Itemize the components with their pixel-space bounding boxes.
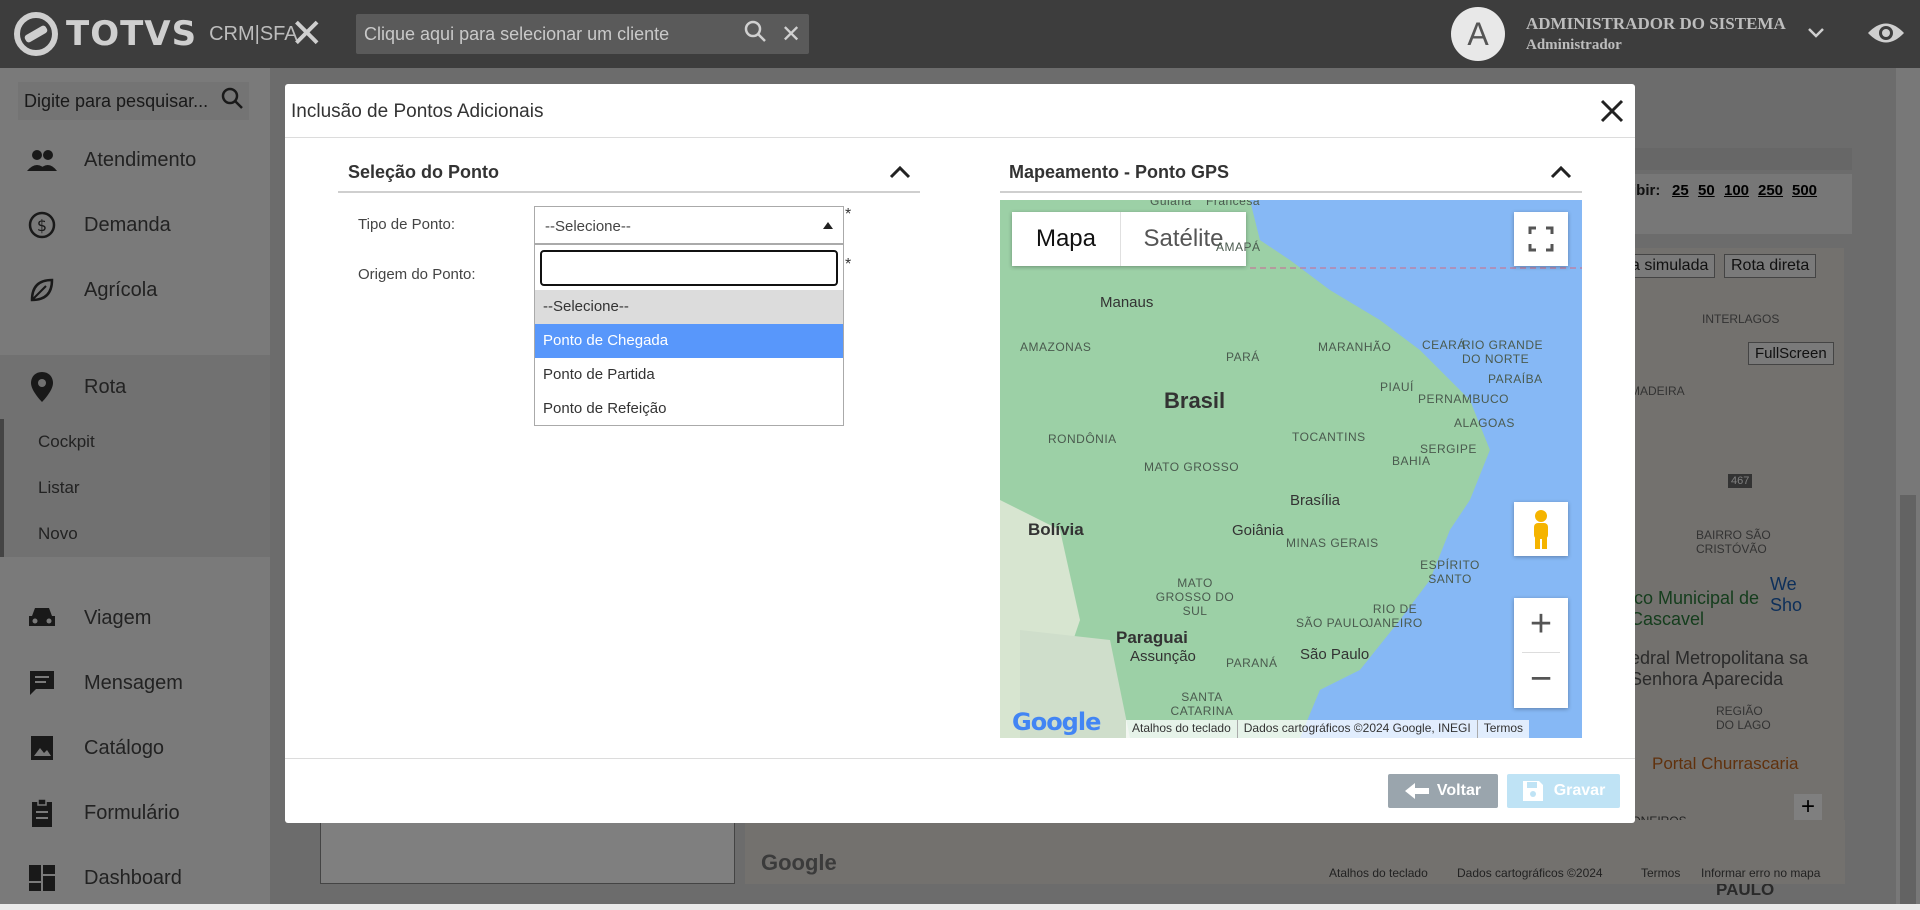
map-attribution: Atalhos do teclado Dados cartográficos ©… <box>1126 720 1530 738</box>
client-search-placeholder: Clique aqui para selecionar um cliente <box>364 23 670 44</box>
save-button-label: Gravar <box>1553 782 1606 799</box>
zoom-in-icon[interactable]: + <box>1514 598 1568 652</box>
map-state: SÃO PAULO <box>1296 616 1369 630</box>
map-state: PIAUÍ <box>1380 380 1414 394</box>
footer-divider <box>285 758 1635 759</box>
map-type-control: Mapa Satélite <box>1012 212 1246 266</box>
map-state: CEARÁ <box>1422 338 1466 352</box>
map-city-sao-paulo: São Paulo <box>1300 646 1370 663</box>
map-city-assuncao: Assunção <box>1130 648 1196 665</box>
attr-keyboard-shortcuts[interactable]: Atalhos do teclado <box>1126 720 1238 738</box>
back-button[interactable]: Voltar <box>1388 774 1498 808</box>
user-name[interactable]: ADMINISTRADOR DO SISTEMA <box>1526 14 1786 34</box>
avatar[interactable]: A <box>1451 7 1505 61</box>
attr-terms[interactable]: Termos <box>1478 720 1529 738</box>
map-city-brasilia: Brasília <box>1290 492 1341 509</box>
dropdown-option[interactable]: Ponto de Partida <box>535 358 843 392</box>
street-view-pegman-icon[interactable] <box>1514 502 1568 556</box>
dropdown-search-input[interactable] <box>540 250 838 286</box>
totvs-logo[interactable]: TOTVS CRM|SFA <box>14 12 298 56</box>
floppy-disk-icon <box>1522 781 1543 801</box>
map-state: PARÁ <box>1226 350 1260 364</box>
required-mark: * <box>845 256 852 273</box>
save-button[interactable]: Gravar <box>1507 774 1620 808</box>
chevron-down-icon[interactable] <box>1806 20 1826 46</box>
select-value: --Selecione-- <box>545 218 631 235</box>
clear-icon[interactable]: ✕ <box>773 20 809 49</box>
client-search-field[interactable]: Clique aqui para selecionar um cliente ✕ <box>356 14 809 54</box>
map-label-amapa: AMAPÁ <box>1216 240 1261 254</box>
origem-ponto-label: Origem do Ponto: <box>358 266 476 283</box>
map-state: PERNAMBUCO <box>1418 392 1510 406</box>
close-icon[interactable] <box>1597 96 1627 126</box>
map-tab-mapa[interactable]: Mapa <box>1012 212 1120 266</box>
map-country-brasil: Brasil <box>1164 388 1226 413</box>
tipo-ponto-dropdown: --Selecione-- Ponto de Chegada Ponto de … <box>534 244 844 426</box>
zoom-control: + − <box>1514 598 1568 708</box>
dropdown-option[interactable]: Ponto de Refeição <box>535 392 843 426</box>
brand-name: TOTVS <box>66 14 198 54</box>
map-state: RIO DE JANEIRO <box>1367 602 1423 630</box>
map-label-francesa: Francesa <box>1206 200 1261 208</box>
fullscreen-icon[interactable] <box>1514 212 1568 266</box>
gps-map[interactable]: Mapa Satélite + − Guiana Francesa AMAPÁ … <box>1000 200 1582 738</box>
map-state: SANTA CATARINA <box>1170 690 1234 718</box>
map-state: RIO GRANDE DO NORTE <box>1462 338 1544 366</box>
user-role: Administrador <box>1526 37 1622 53</box>
map-state: TOCANTINS <box>1292 430 1366 444</box>
attr-map-data: Dados cartográficos ©2024 Google, INEGI <box>1238 720 1478 738</box>
map-city-goiania: Goiânia <box>1232 522 1284 539</box>
map-state: BAHIA <box>1392 454 1431 468</box>
map-tab-satelite[interactable]: Satélite <box>1121 212 1246 266</box>
caret-up-icon <box>823 222 833 229</box>
map-state: ESPÍRITO SANTO <box>1420 558 1480 586</box>
product-name: CRM|SFA <box>209 22 298 45</box>
map-state: RONDÔNIA <box>1048 432 1117 446</box>
section-divider <box>338 191 920 193</box>
totvs-logo-icon <box>14 12 58 56</box>
chevron-up-icon[interactable] <box>1550 165 1572 179</box>
map-state: MATO GROSSO DO SUL <box>1155 576 1235 618</box>
section-divider <box>1000 191 1582 193</box>
map-state: PARAÍBA <box>1488 372 1543 386</box>
dropdown-option[interactable]: Ponto de Chegada <box>535 324 843 358</box>
back-button-label: Voltar <box>1436 782 1482 799</box>
search-icon[interactable] <box>737 19 773 50</box>
map-state: MATO GROSSO <box>1144 460 1240 474</box>
tipo-ponto-label: Tipo de Ponto: <box>358 216 456 233</box>
map-country-paraguai: Paraguai <box>1116 628 1188 647</box>
eye-icon[interactable] <box>1866 18 1906 48</box>
section-title-selection: Seleção do Ponto <box>348 162 500 182</box>
top-bar: TOTVS CRM|SFA ✕ Clique aqui para selecio… <box>0 0 1920 68</box>
dropdown-option[interactable]: --Selecione-- <box>535 290 843 324</box>
required-mark: * <box>845 206 852 223</box>
map-city-manaus: Manaus <box>1100 294 1154 311</box>
tipo-ponto-select[interactable]: --Selecione-- <box>534 206 844 244</box>
map-label-guiana: Guiana <box>1150 200 1192 208</box>
map-terrain <box>1000 200 1582 738</box>
map-country-bolivia: Bolívia <box>1028 520 1084 539</box>
chevron-up-icon[interactable] <box>889 165 911 179</box>
modal-title: Inclusão de Pontos Adicionais <box>291 101 544 122</box>
map-state: PARANÁ <box>1226 656 1278 670</box>
close-icon[interactable]: ✕ <box>290 14 324 54</box>
map-state: MINAS GERAIS <box>1286 536 1379 550</box>
modal-header: Inclusão de Pontos Adicionais <box>285 84 1635 138</box>
map-state: AMAZONAS <box>1020 340 1092 354</box>
google-logo: Google <box>1012 708 1101 736</box>
map-state: MARANHÃO <box>1318 340 1392 354</box>
arrow-left-icon <box>1404 783 1429 799</box>
section-title-map: Mapeamento - Ponto GPS <box>1009 162 1230 182</box>
zoom-out-icon[interactable]: − <box>1514 653 1568 707</box>
map-state: ALAGOAS <box>1454 416 1515 430</box>
